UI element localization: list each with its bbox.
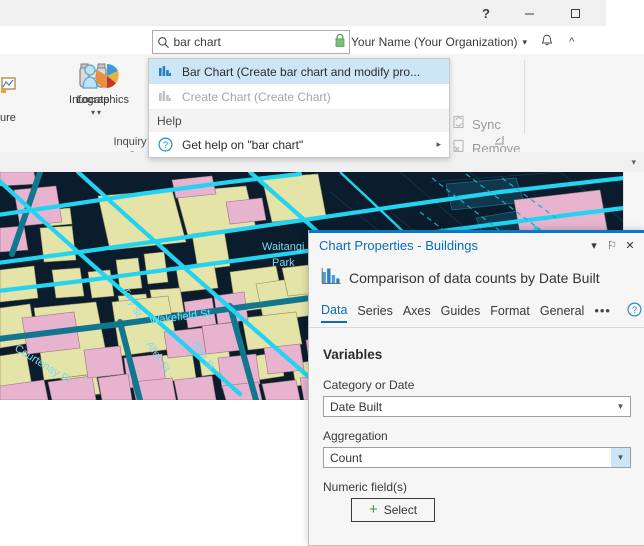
search-icon xyxy=(153,36,174,49)
tab-data[interactable]: Data xyxy=(321,303,348,323)
suggestion-bar-chart-label: Bar Chart (Create bar chart and modify p… xyxy=(182,64,421,79)
bar-chart-icon xyxy=(321,267,341,289)
ribbon-button-sync[interactable]: Sync xyxy=(452,112,520,136)
select-button-label: Select xyxy=(383,503,418,517)
svg-text:?: ? xyxy=(162,140,167,151)
chart-properties-panel: Chart Properties - Buildings ▾ ⚐ ✕ Compa… xyxy=(308,230,644,546)
bar-chart-icon-disabled xyxy=(157,90,173,103)
panel-menu-button[interactable]: ▾ xyxy=(585,239,603,252)
aggregation-label: Aggregation xyxy=(323,429,388,443)
infographics-caret-icon[interactable]: ▾ xyxy=(97,109,101,117)
help-button[interactable]: ? xyxy=(466,0,506,26)
map-label-park: Park xyxy=(272,257,295,269)
help-circle-icon: ? xyxy=(157,137,173,152)
arcgis-pro-window: ? ✕ xyxy=(0,0,644,546)
panel-chart-header: Comparison of data counts by Date Built xyxy=(309,258,644,298)
ribbon-button-infographics-real[interactable]: Infographics ▾ xyxy=(58,58,140,117)
minimize-button[interactable] xyxy=(506,0,552,26)
suggestion-get-help[interactable]: ? Get help on "bar chart" ▸ xyxy=(149,132,449,157)
svg-text:?: ? xyxy=(632,305,637,316)
numeric-fields-label: Numeric field(s) xyxy=(323,480,408,494)
tab-format[interactable]: Format xyxy=(490,304,530,322)
panel-title: Chart Properties - Buildings xyxy=(319,238,478,253)
bar-chart-icon xyxy=(157,65,173,78)
suggestion-get-help-label: Get help on "bar chart" xyxy=(182,137,304,152)
search-input[interactable] xyxy=(173,35,329,49)
submenu-arrow-icon: ▸ xyxy=(436,139,441,149)
title-bar: ? xyxy=(0,0,644,27)
tab-guides[interactable]: Guides xyxy=(441,304,481,322)
ribbon-button-infographics-label: Infographics xyxy=(69,94,129,106)
suggestion-create-chart-label: Create Chart (Create Chart) xyxy=(182,89,331,104)
aggregation-combo[interactable]: Count ▼ xyxy=(323,447,631,468)
category-or-date-value: Date Built xyxy=(330,399,383,414)
maximize-button[interactable] xyxy=(552,0,598,26)
tab-general[interactable]: General xyxy=(540,304,584,322)
chevron-down-icon[interactable]: ▼ xyxy=(611,397,630,416)
chevron-down-icon[interactable]: ▼ xyxy=(611,448,630,467)
strip-caret-icon[interactable]: ▾ xyxy=(631,157,636,168)
maximize-icon xyxy=(570,8,580,18)
suggestion-create-chart[interactable]: Create Chart (Create Chart) xyxy=(149,84,449,109)
category-or-date-label: Category or Date xyxy=(323,378,415,392)
remove-icon xyxy=(452,139,466,152)
ribbon-button-remove[interactable]: Remove xyxy=(452,136,520,152)
panel-chart-title: Comparison of data counts by Date Built xyxy=(349,270,600,286)
panel-body: Variables Category or Date Date Built ▼ … xyxy=(309,329,644,544)
ribbon-collapse-icon[interactable]: ^ xyxy=(569,36,574,48)
category-or-date-combo[interactable]: Date Built ▼ xyxy=(323,396,631,417)
tab-series[interactable]: Series xyxy=(357,304,392,322)
help-circle-icon[interactable]: ? xyxy=(627,301,642,324)
variables-section-title: Variables xyxy=(323,347,383,362)
suggestions-help-header: Help xyxy=(149,109,449,132)
lock-icon xyxy=(334,33,346,51)
account-caret-icon[interactable]: ▾ xyxy=(523,37,528,48)
tab-overflow-button[interactable]: ••• xyxy=(594,303,611,322)
map-label-waitangi: Waitangi xyxy=(262,241,304,253)
panel-title-bar: Chart Properties - Buildings ▾ ⚐ ✕ xyxy=(309,233,644,258)
title-bar-right-edge xyxy=(606,0,644,26)
bell-icon[interactable] xyxy=(540,33,554,51)
select-button[interactable]: + Select xyxy=(351,498,435,522)
account-name: Your Name (Your Organization) xyxy=(351,35,518,49)
account-area[interactable]: Your Name (Your Organization) ▾ ^ xyxy=(334,32,574,52)
ribbon-button-sync-label: Sync xyxy=(472,116,501,132)
ribbon-measure-label[interactable]: ure xyxy=(0,112,16,124)
search-suggestions: Bar Chart (Create bar chart and modify p… xyxy=(148,58,450,158)
panel-pin-button[interactable]: ⚐ xyxy=(603,239,621,252)
measure-icon xyxy=(0,74,16,97)
minimize-icon xyxy=(524,13,534,14)
panel-tabs: Data Series Axes Guides Format General •… xyxy=(309,298,644,328)
tab-axes[interactable]: Axes xyxy=(403,304,431,322)
dialog-launcher-icon[interactable] xyxy=(494,135,504,148)
aggregation-value: Count xyxy=(330,450,363,465)
sync-icon xyxy=(452,115,466,133)
search-box[interactable]: ✕ xyxy=(152,30,350,54)
infographics-icon xyxy=(76,58,122,92)
suggestion-bar-chart[interactable]: Bar Chart (Create bar chart and modify p… xyxy=(149,59,449,84)
plus-icon: + xyxy=(368,501,378,518)
ribbon-sync-column: Sync Remove xyxy=(452,112,520,152)
panel-close-button[interactable]: ✕ xyxy=(621,239,639,252)
